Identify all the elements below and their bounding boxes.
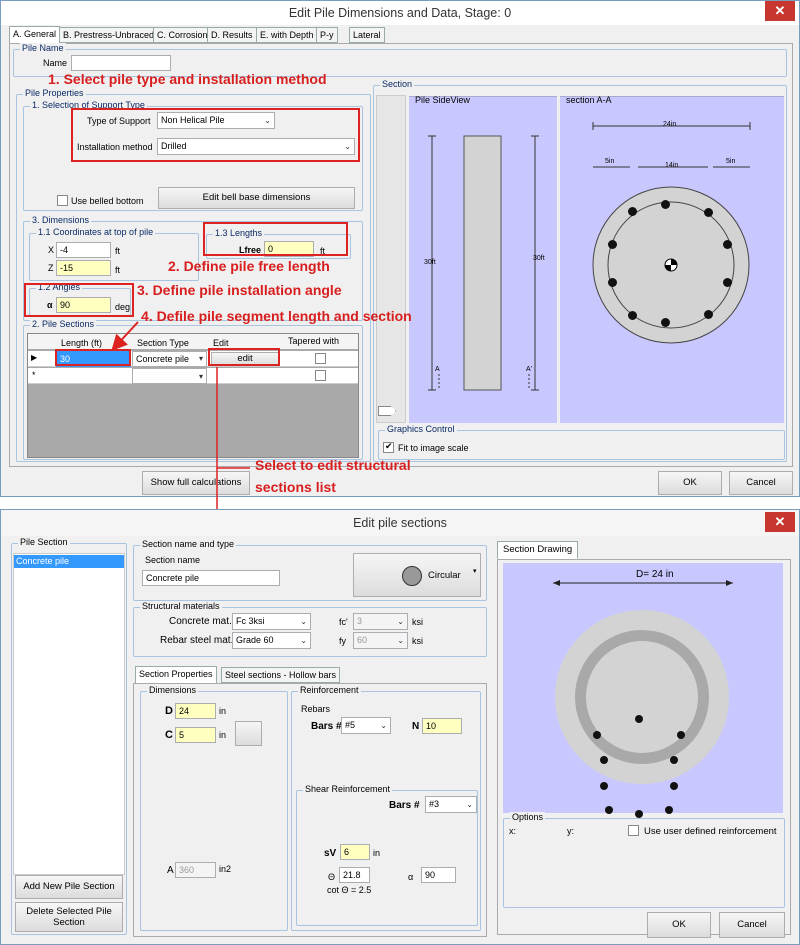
ok-button[interactable]: OK: [647, 912, 711, 938]
fy-label: fy: [339, 636, 347, 646]
concrete-material-select[interactable]: Fc 3ksi ⌄: [232, 613, 311, 630]
rebars-label: Rebars: [301, 704, 331, 714]
fc-select[interactable]: 3 ⌄: [353, 613, 408, 630]
edit-pile-sections-window: Edit pile sections ✕ Pile Section Concre…: [0, 509, 800, 945]
shear-alpha-label: α: [408, 872, 414, 882]
chevron-down-icon: ⌄: [397, 617, 404, 626]
area-label: A: [167, 865, 174, 876]
c-label: C: [165, 729, 173, 741]
concrete-mat-label: Concrete mat.: [169, 616, 232, 627]
bars-label: Bars #: [311, 721, 342, 732]
area-unit: in2: [219, 864, 232, 874]
rebar-dot: [670, 756, 678, 764]
area-input: 360: [175, 862, 216, 878]
y-label: y:: [567, 826, 575, 836]
rebar-steel-mat-label: Rebar steel mat.: [160, 635, 234, 646]
rebar-dot: [600, 756, 608, 764]
pile-section-list[interactable]: [13, 553, 125, 875]
theta-input[interactable]: 21.8: [339, 867, 370, 883]
x-label: x:: [509, 826, 517, 836]
shear-bar-size-select[interactable]: #3 ⌄: [425, 796, 477, 813]
tab-steel-sections[interactable]: Steel sections - Hollow bars: [221, 667, 341, 683]
rebar-dot: [600, 782, 608, 790]
d-unit: in: [219, 706, 227, 716]
c-unit: in: [219, 730, 227, 740]
fy-select[interactable]: 60 ⌄: [353, 632, 408, 649]
user-defined-reinforcement-label: Use user defined reinforcement: [644, 826, 777, 837]
section-name-label: Section name: [145, 555, 201, 565]
close-button[interactable]: ✕: [765, 512, 795, 532]
sv-label: sV: [324, 848, 337, 859]
rebar-material-select[interactable]: Grade 60 ⌄: [232, 632, 311, 649]
d-label: D: [165, 705, 173, 717]
chevron-down-icon: ⌄: [466, 800, 473, 809]
rebar-dot: [670, 782, 678, 790]
user-defined-reinforcement-checkbox[interactable]: [628, 825, 639, 836]
rebar-dot: [635, 810, 643, 818]
rebar-dot: [593, 731, 601, 739]
fc-label: fc': [339, 617, 348, 627]
sv-unit: in: [373, 848, 381, 858]
rebar-dot: [605, 806, 613, 814]
rebar-dot: [665, 806, 673, 814]
chevron-down-icon: ⌄: [300, 617, 307, 626]
fc-unit: ksi: [412, 617, 423, 627]
circle-shape-icon: [402, 566, 422, 586]
theta-label: Θ: [328, 872, 336, 882]
diameter-input[interactable]: 24: [175, 703, 216, 719]
stirrup-spacing-input[interactable]: 6: [340, 844, 370, 860]
diameter-dimension: D= 24 in: [636, 569, 674, 580]
chevron-down-icon: ▾: [473, 568, 477, 575]
list-item[interactable]: Concrete pile: [14, 555, 124, 568]
tab-section-properties[interactable]: Section Properties: [135, 666, 217, 684]
tab-section-drawing[interactable]: Section Drawing: [497, 541, 579, 559]
cot-theta-label: cot Θ = 2.5: [327, 885, 372, 895]
section-drawing: [553, 580, 733, 784]
fy-unit: ksi: [412, 636, 423, 646]
rebar-size-select[interactable]: #5 ⌄: [341, 717, 391, 734]
rebar-dot: [635, 715, 643, 723]
chevron-down-icon: ⌄: [300, 636, 307, 645]
delete-pile-section-button[interactable]: Delete Selected Pile Section: [15, 902, 123, 932]
section-name-input[interactable]: Concrete pile: [142, 570, 280, 586]
rebar-dot: [677, 731, 685, 739]
shear-bars-label: Bars #: [389, 800, 420, 811]
n-label: N: [412, 721, 420, 732]
window-title: Edit pile sections: [1, 510, 799, 536]
add-new-pile-section-button[interactable]: Add New Pile Section: [15, 875, 123, 899]
cover-input[interactable]: 5: [175, 727, 216, 743]
cancel-button[interactable]: Cancel: [719, 912, 785, 938]
shear-alpha-input[interactable]: 90: [421, 867, 456, 883]
chevron-down-icon: ⌄: [397, 636, 404, 645]
bar-count-input[interactable]: 10: [422, 718, 462, 734]
shape-select-button[interactable]: Circular ▾: [353, 553, 481, 597]
cover-preview-button[interactable]: [235, 721, 262, 746]
chevron-down-icon: ⌄: [380, 721, 387, 730]
